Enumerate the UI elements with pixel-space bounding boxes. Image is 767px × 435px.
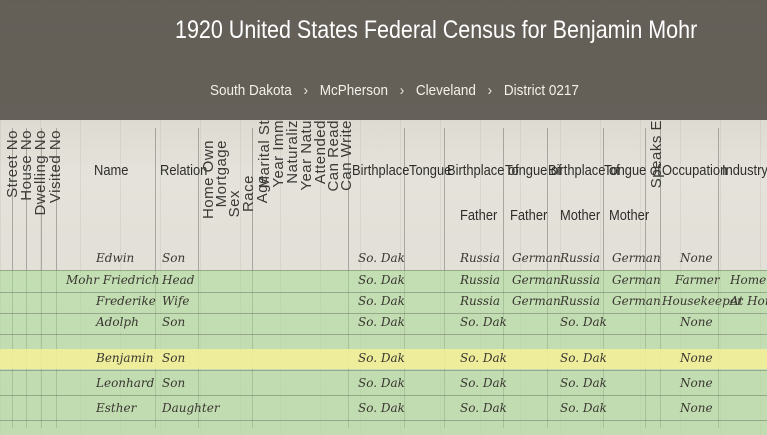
chevron-right-icon: › — [303, 81, 309, 99]
chevron-right-icon: › — [487, 81, 493, 99]
breadcrumb: South Dakota › McPherson › Cleveland › D… — [210, 78, 579, 102]
row-mother-birthplace: Russia — [560, 273, 601, 287]
table-row[interactable]: Edwin Son So. Dak Russia German Russia G… — [0, 250, 767, 271]
row-name: Benjamin — [96, 351, 154, 365]
breadcrumb-township[interactable]: Cleveland — [416, 82, 476, 99]
col-tongue-father-2: Father — [510, 207, 548, 224]
row-father-birthplace: So. Dak — [460, 315, 507, 329]
row-mother-tongue: German — [612, 294, 661, 308]
row-mother-birthplace: So. Dak — [560, 376, 607, 390]
row-relation: Wife — [162, 294, 190, 308]
row-name: Mohr Friedrich — [66, 273, 160, 287]
row-occupation: None — [680, 315, 713, 329]
row-mother-birthplace: So. Dak — [560, 315, 607, 329]
row-name: Edwin — [96, 251, 135, 265]
row-birthplace: So. Dak — [358, 294, 405, 308]
row-relation: Son — [162, 351, 186, 365]
row-mother-tongue: German — [612, 251, 661, 265]
row-relation: Daughter — [162, 401, 220, 415]
col-birthplace-father-2: Father — [460, 207, 498, 224]
row-name: Esther — [96, 401, 137, 415]
record-header: 1920 United States Federal Census for Be… — [0, 0, 767, 120]
row-industry: Home Farm — [730, 273, 767, 287]
row-industry: At Home — [730, 294, 767, 308]
row-birthplace: So. Dak — [358, 351, 405, 365]
row-name: Leonhard — [96, 376, 155, 390]
col-name: Name — [94, 162, 129, 179]
row-birthplace: So. Dak — [358, 376, 405, 390]
table-row-selected[interactable]: Benjamin Son So. Dak So. Dak So. Dak Non… — [0, 350, 767, 371]
row-name: Frederike — [96, 294, 156, 308]
col-birthplace: Birthplace — [352, 162, 410, 179]
row-father-birthplace: So. Dak — [460, 351, 507, 365]
breadcrumb-district[interactable]: District 0217 — [504, 82, 579, 99]
chevron-right-icon: › — [399, 81, 405, 99]
col-tongue-mother-2: Mother — [609, 207, 650, 224]
row-occupation: None — [680, 251, 713, 265]
row-mother-birthplace: Russia — [560, 251, 601, 265]
row-father-birthplace: Russia — [460, 251, 501, 265]
col-birthplace-mother-2: Mother — [560, 207, 601, 224]
row-father-tongue: German — [512, 294, 561, 308]
row-father-birthplace: Russia — [460, 273, 501, 287]
row-father-tongue: German — [512, 251, 561, 265]
column-headers: Street No House No Dwelling No Visited N… — [0, 120, 767, 260]
table-row[interactable]: Frederike Wife So. Dak Russia German Rus… — [0, 293, 767, 314]
breadcrumb-county[interactable]: McPherson — [320, 82, 388, 99]
col-can-write: Can Write — [338, 120, 355, 191]
table-row[interactable]: Leonhard Son So. Dak So. Dak So. Dak Non… — [0, 375, 767, 396]
row-mother-birthplace: So. Dak — [560, 351, 607, 365]
breadcrumb-state[interactable]: South Dakota — [210, 82, 292, 99]
row-birthplace: So. Dak — [358, 251, 405, 265]
table-row[interactable]: Esther Daughter So. Dak So. Dak So. Dak … — [0, 400, 767, 421]
row-relation: Son — [162, 376, 186, 390]
col-industry: Industry — [722, 162, 767, 179]
row-name: Adolph — [96, 315, 139, 329]
row-occupation: None — [680, 401, 713, 415]
row-relation: Son — [162, 315, 186, 329]
row-father-tongue: German — [512, 273, 561, 287]
row-occupation: Farmer — [675, 273, 720, 287]
row-father-birthplace: Russia — [460, 294, 501, 308]
census-document-image: Street No House No Dwelling No Visited N… — [0, 0, 767, 435]
row-mother-birthplace: Russia — [560, 294, 601, 308]
row-father-birthplace: So. Dak — [460, 401, 507, 415]
row-relation: Head — [162, 273, 195, 287]
row-birthplace: So. Dak — [358, 273, 405, 287]
row-occupation: None — [680, 376, 713, 390]
table-row[interactable]: Adolph Son So. Dak So. Dak So. Dak None — [0, 314, 767, 335]
row-mother-birthplace: So. Dak — [560, 401, 607, 415]
row-mother-tongue: German — [612, 273, 661, 287]
row-birthplace: So. Dak — [358, 315, 405, 329]
row-birthplace: So. Dak — [358, 401, 405, 415]
table-row[interactable]: Mohr Friedrich Head So. Dak Russia Germa… — [0, 272, 767, 293]
page-title: 1920 United States Federal Census for Be… — [175, 16, 698, 44]
row-occupation: None — [680, 351, 713, 365]
census-rows: Edwin Son So. Dak Russia German Russia G… — [0, 251, 767, 435]
row-father-birthplace: So. Dak — [460, 376, 507, 390]
row-relation: Son — [162, 251, 186, 265]
